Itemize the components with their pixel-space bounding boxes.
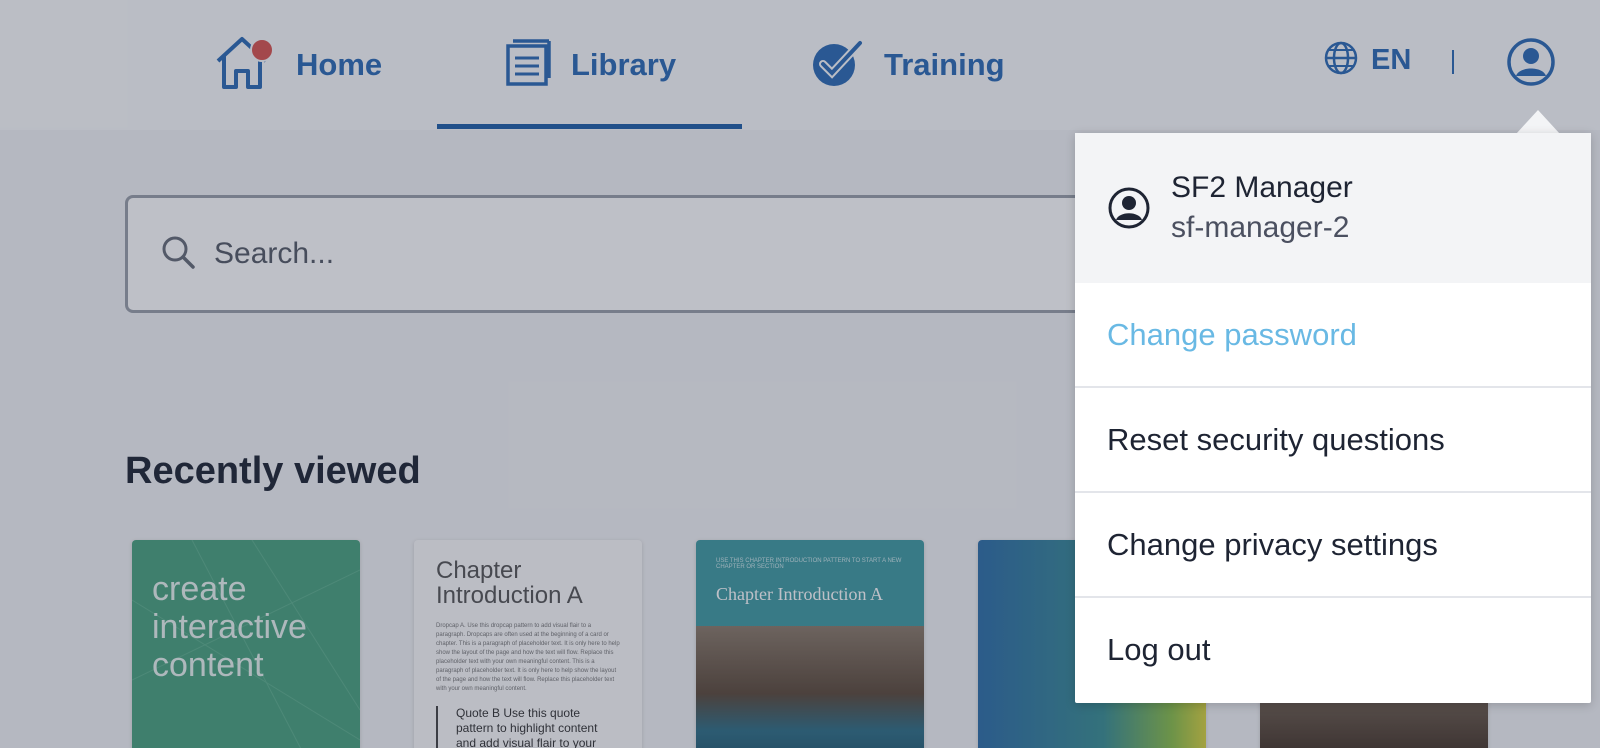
change-privacy-settings-link[interactable]: Change privacy settings <box>1075 493 1591 598</box>
user-display-name: SF2 Manager <box>1171 171 1353 204</box>
user-icon <box>1108 187 1150 229</box>
menu-caret <box>1516 110 1560 134</box>
user-username: sf-manager-2 <box>1171 211 1350 244</box>
reset-security-questions-link[interactable]: Reset security questions <box>1075 388 1591 493</box>
change-password-link[interactable]: Change password <box>1075 283 1591 388</box>
user-dropdown-menu: SF2 Manager sf-manager-2 Change password… <box>1075 133 1591 703</box>
menu-user-header: SF2 Manager sf-manager-2 <box>1075 133 1591 283</box>
log-out-link[interactable]: Log out <box>1075 598 1591 701</box>
